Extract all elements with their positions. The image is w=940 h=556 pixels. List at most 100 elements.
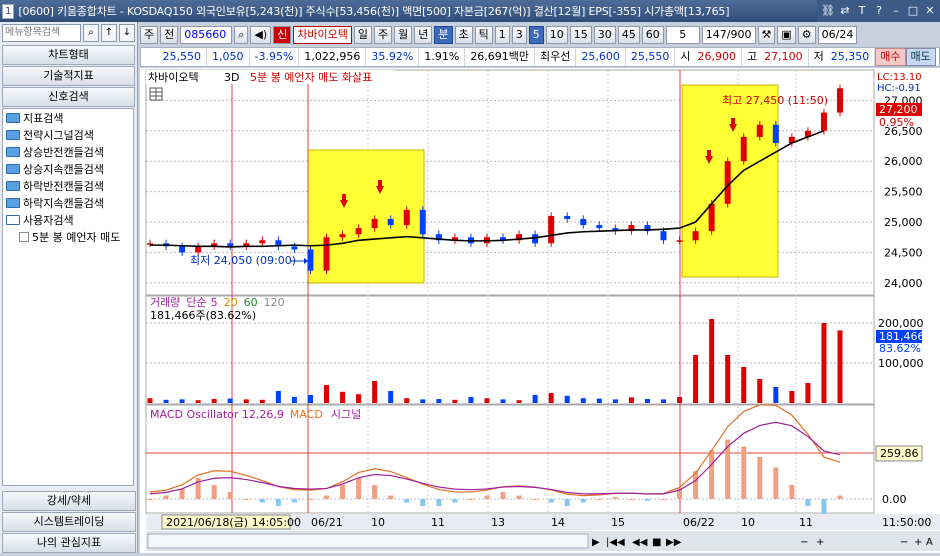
macd-bar xyxy=(532,499,538,500)
prev-button[interactable]: 전 xyxy=(160,26,179,44)
speaker-icon[interactable]: ◀) xyxy=(250,26,272,44)
volume-bar xyxy=(324,385,330,403)
macd-bar xyxy=(163,495,169,499)
period-tick[interactable]: 틱 xyxy=(474,26,493,44)
arrow-up-icon[interactable]: ↑ xyxy=(101,24,117,42)
macd-bar xyxy=(757,457,763,499)
candle xyxy=(323,237,330,271)
volume-bar xyxy=(564,395,570,403)
tree-item[interactable]: 지표검색 xyxy=(3,109,133,126)
zoom-minus-icon[interactable]: − xyxy=(800,537,808,548)
candle xyxy=(564,215,571,219)
minute-60[interactable]: 60 xyxy=(641,26,664,44)
first-icon[interactable]: |◀◀ xyxy=(606,537,625,548)
system-trading-button[interactable]: 시스템트레이딩 xyxy=(2,512,136,532)
tree-item[interactable]: 상승반전캔들검색 xyxy=(3,143,133,160)
volume-bar xyxy=(789,391,795,403)
macd-bar xyxy=(805,499,811,506)
volume-bar xyxy=(516,400,522,403)
folder-icon xyxy=(6,197,20,208)
minute-1[interactable]: 1 xyxy=(494,26,510,44)
x-tick-label: 06/21 xyxy=(311,516,343,529)
strength-button[interactable]: 강세/약세 xyxy=(2,491,136,511)
change-pct: -3.95% xyxy=(250,48,300,66)
volume-bar xyxy=(372,381,378,403)
tree-item[interactable]: 사용자검색 xyxy=(3,211,133,228)
period-second[interactable]: 초 xyxy=(454,26,473,44)
window-number: 1 xyxy=(2,3,15,19)
macd-bar xyxy=(660,499,666,500)
page-count: 147/900 xyxy=(701,26,756,44)
font-icon[interactable]: T xyxy=(855,4,869,18)
candle xyxy=(820,112,827,131)
minute-3[interactable]: 3 xyxy=(511,26,527,44)
macd-bar xyxy=(516,495,522,499)
chart-area[interactable]: 차바이오텍 3D 5분 봉 예언자 매도 화살표 최고 27,450 (11:5… xyxy=(140,68,940,553)
link-icon[interactable]: ⛓ xyxy=(821,4,835,18)
chart-type-button[interactable]: 차트형태 xyxy=(2,45,135,65)
tool-icon[interactable]: ⚒ xyxy=(757,26,776,44)
x-tick-label: 06/22 xyxy=(683,516,715,529)
zoom-plus-icon[interactable]: + xyxy=(816,537,824,548)
macd-bar xyxy=(356,478,362,499)
minute-30[interactable]: 30 xyxy=(593,26,616,44)
search-icon[interactable]: ⌕ xyxy=(83,24,99,42)
date-input[interactable]: 06/24 xyxy=(817,26,858,44)
signal-search-button[interactable]: 신호검색 xyxy=(2,87,135,107)
tree-item[interactable]: 하락반전캔들검색 xyxy=(3,177,133,194)
arrow-down-icon[interactable]: ↓ xyxy=(119,24,135,42)
volume-bar xyxy=(291,397,297,403)
forward-icon[interactable]: ▶▶ xyxy=(666,537,682,548)
tree-item[interactable]: 하락지속캔들검색 xyxy=(3,194,133,211)
trade-amount: 26,691백만 xyxy=(465,48,536,66)
close-icon[interactable]: ✕ xyxy=(923,4,937,18)
period-month[interactable]: 월 xyxy=(394,26,413,44)
macd-bar xyxy=(500,492,506,499)
macd-bar xyxy=(468,499,474,500)
buy-button[interactable]: 매수 xyxy=(875,48,906,66)
gear-icon[interactable]: ⚙ xyxy=(797,26,816,44)
period-week[interactable]: 주 xyxy=(374,26,393,44)
chart-3d-toggle[interactable]: 3D xyxy=(224,71,239,84)
tree-item[interactable]: 전략시그널검색 xyxy=(3,126,133,143)
search-icon[interactable]: ⌕ xyxy=(234,26,249,44)
period-day[interactable]: 일 xyxy=(353,26,373,44)
minute-10[interactable]: 10 xyxy=(545,26,568,44)
minute-45[interactable]: 45 xyxy=(617,26,640,44)
minute-5[interactable]: 5 xyxy=(528,26,544,44)
tree-child-item[interactable]: 5분 봉 예언자 매도 xyxy=(3,228,133,245)
scroll-prev-icon[interactable]: ▶ xyxy=(592,537,600,548)
minute-15[interactable]: 15 xyxy=(569,26,592,44)
chart-minus-icon[interactable]: − xyxy=(900,537,908,548)
my-indicator-button[interactable]: 나의 관심지표 xyxy=(2,533,136,553)
period-minute[interactable]: 분 xyxy=(434,26,453,44)
chart-plus-icon[interactable]: + xyxy=(914,537,922,548)
stop-icon[interactable]: ■ xyxy=(652,537,661,548)
interval-input[interactable]: 5 xyxy=(665,26,700,44)
volume-bar xyxy=(532,395,538,403)
sell-button[interactable]: 매도 xyxy=(905,48,936,66)
candle xyxy=(692,231,699,241)
rewind-icon[interactable]: ◀◀ xyxy=(632,537,648,548)
open-label: 시 xyxy=(680,50,691,63)
technical-indicator-button[interactable]: 기술적지표 xyxy=(2,66,135,86)
folder-icon xyxy=(6,163,20,174)
font-size-icon[interactable]: A xyxy=(926,537,933,548)
macd-bar xyxy=(741,446,747,499)
save-icon[interactable]: ▣ xyxy=(777,26,796,44)
macd-bar xyxy=(211,485,217,499)
minimize-icon[interactable]: – xyxy=(889,4,903,18)
help-icon[interactable]: ? xyxy=(872,4,886,18)
stock-code-input[interactable]: 085660 xyxy=(180,26,233,44)
market-select[interactable]: 주 xyxy=(140,26,159,44)
chart-canvas[interactable]: 차바이오텍 3D 5분 봉 예언자 매도 화살표 최고 27,450 (11:5… xyxy=(140,68,940,553)
maximize-icon[interactable]: □ xyxy=(906,4,920,18)
share-icon[interactable]: ⇄ xyxy=(838,4,852,18)
macd-bar xyxy=(452,499,458,503)
crosshair-date: 2021/06/18(금) 14:05:00 xyxy=(166,516,301,529)
volume-badge-pct: 83.62% xyxy=(879,342,921,355)
tree-item[interactable]: 상승지속캔들검색 xyxy=(3,160,133,177)
volume-bar xyxy=(404,398,410,403)
menu-search-input[interactable]: 메뉴항목검색 xyxy=(2,24,81,42)
period-year[interactable]: 년 xyxy=(414,26,433,44)
